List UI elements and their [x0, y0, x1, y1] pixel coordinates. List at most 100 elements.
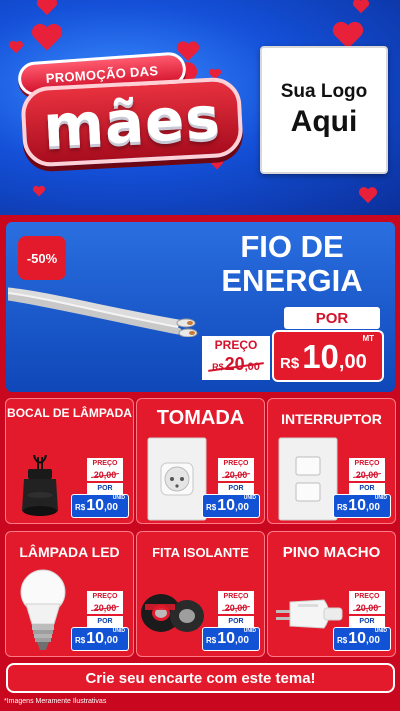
- led-bulb-image: [20, 569, 66, 650]
- product-name: PINO MACHO: [282, 544, 381, 561]
- por-label: POR: [349, 483, 385, 494]
- old-price: R$ 20 ,00: [202, 354, 270, 380]
- old-price: 20,00: [349, 469, 385, 481]
- logo-placeholder[interactable]: Sua Logo Aqui: [260, 46, 388, 174]
- unit-label: UNID: [112, 495, 125, 501]
- por-label: POR: [87, 483, 123, 494]
- unit-label: UNID: [243, 628, 256, 634]
- por-label: POR: [284, 307, 380, 329]
- new-price-whole: 10: [86, 497, 105, 514]
- preco-label: PREÇO: [218, 591, 254, 602]
- old-price: 20,00: [87, 602, 123, 614]
- new-price-currency: R$: [75, 636, 86, 645]
- preco-label: PREÇO: [87, 591, 123, 602]
- por-label: POR: [87, 616, 123, 627]
- product-card[interactable]: TOMADA PREÇO 20,00 POR R$ 10 ,00 UNID: [136, 398, 265, 524]
- outlet-image: [147, 437, 207, 521]
- preco-label: PREÇO: [349, 591, 385, 602]
- new-price: R$ 10 ,00 UNID: [333, 627, 391, 651]
- new-price: R$ 10 ,00 UNID: [202, 627, 260, 651]
- product-card[interactable]: PINO MACHO PREÇO 20,00 POR R$ 10 ,00 UNI…: [267, 531, 396, 657]
- por-label: POR: [349, 616, 385, 627]
- new-price-whole: 10: [348, 497, 367, 514]
- heart-icon: [36, 0, 58, 16]
- featured-title-line-2: ENERGIA: [221, 263, 363, 298]
- featured-product-card[interactable]: -50% FIO DE ENERGIA POR PREÇO R$ 20 ,00 …: [6, 222, 395, 392]
- unit-label: UNID: [374, 495, 387, 501]
- wire-image: [8, 287, 198, 337]
- new-price-whole: 10: [348, 630, 367, 647]
- promo-title: mães: [20, 76, 244, 168]
- new-price-whole: 10: [217, 630, 236, 647]
- new-price-whole: 10: [86, 630, 105, 647]
- new-price-cents: ,00: [235, 635, 249, 646]
- unit-label: UNID: [112, 628, 125, 634]
- old-price: 20,00: [218, 602, 254, 614]
- cta-button[interactable]: Crie seu encarte com este tema!: [6, 663, 395, 693]
- price-block: PREÇO 20,00 POR R$ 10 ,00 UNID: [333, 458, 391, 518]
- new-price-whole: 10: [302, 338, 339, 375]
- new-price-cents: ,00: [235, 502, 249, 513]
- price-block: PREÇO 20,00 POR R$ 10 ,00 UNID: [71, 458, 129, 518]
- logo-line-1: Sua Logo: [280, 81, 368, 102]
- preco-label: PREÇO: [87, 458, 123, 469]
- new-price-currency: R$: [206, 636, 217, 645]
- product-card[interactable]: INTERRUPTOR PREÇO 20,00 POR R$ 10 ,00 UN…: [267, 398, 396, 524]
- logo-line-2: Aqui: [290, 105, 358, 138]
- product-card[interactable]: LÂMPADA LED PREÇO 20,00 POR R$ 10 ,00 UN…: [5, 531, 134, 657]
- product-name: LÂMPADA LED: [19, 544, 120, 560]
- new-price-cents: ,00: [104, 635, 118, 646]
- heart-icon: [210, 158, 224, 170]
- discount-badge: -50%: [18, 236, 66, 280]
- featured-title: FIO DE ENERGIA: [207, 230, 377, 298]
- heart-icon: [358, 186, 378, 204]
- new-price: R$ 10 ,00 UNID: [202, 494, 260, 518]
- unit-label: UNID: [243, 495, 256, 501]
- heart-icon: [352, 0, 370, 14]
- por-label: POR: [218, 616, 254, 627]
- new-price: R$ 10 ,00 UNID: [71, 627, 129, 651]
- new-price-currency: R$: [337, 636, 348, 645]
- new-price-currency: R$: [280, 355, 300, 372]
- old-price: 20,00: [218, 469, 254, 481]
- product-card[interactable]: BOCAL DE LÂMPADA PREÇO 20,00 POR R$ 10 ,…: [5, 398, 134, 524]
- new-price-cents: ,00: [104, 502, 118, 513]
- switch-image: [278, 437, 338, 521]
- new-price-cents: ,00: [366, 635, 380, 646]
- new-price-cents: ,00: [338, 351, 367, 373]
- preco-label: PREÇO: [349, 458, 385, 469]
- preco-label: PREÇO: [202, 336, 270, 354]
- price-block: PREÇO 20,00 POR R$ 10 ,00 UNID: [333, 591, 391, 651]
- product-name: INTERRUPTOR: [281, 411, 382, 427]
- new-price-unit: MT: [362, 334, 374, 343]
- promo-title-text: mães: [41, 83, 223, 161]
- new-price: R$ 10 ,00 UNID: [333, 494, 391, 518]
- new-price-cents: ,00: [366, 502, 380, 513]
- preco-label: PREÇO: [218, 458, 254, 469]
- por-label: POR: [218, 483, 254, 494]
- header-banner: PROMOÇÃO DAS mães Sua Logo Aqui: [0, 0, 400, 215]
- new-price-currency: R$: [75, 503, 86, 512]
- heart-icon: [32, 185, 46, 197]
- socket-image: [22, 455, 58, 516]
- old-price: 20,00: [349, 602, 385, 614]
- tape-image: [141, 594, 204, 632]
- new-price-currency: R$: [206, 503, 217, 512]
- new-price: R$ 10 ,00 MT: [272, 330, 384, 382]
- heart-icon: [8, 40, 24, 54]
- heart-icon: [30, 22, 64, 52]
- new-price: R$ 10 ,00 UNID: [71, 494, 129, 518]
- price-block: PREÇO 20,00 POR R$ 10 ,00 UNID: [202, 591, 260, 651]
- product-name: TOMADA: [156, 407, 245, 429]
- product-card[interactable]: FITA ISOLANTE PREÇO 20,00 POR R$ 10 ,00 …: [136, 531, 265, 657]
- disclaimer-text: *Imagens Meramente Ilustrativas: [4, 698, 107, 705]
- new-price-whole: 10: [217, 497, 236, 514]
- old-price: 20,00: [87, 469, 123, 481]
- product-name: FITA ISOLANTE: [152, 545, 249, 560]
- price-block: PREÇO 20,00 POR R$ 10 ,00 UNID: [202, 458, 260, 518]
- new-price-currency: R$: [337, 503, 348, 512]
- product-name: BOCAL DE LÂMPADA: [7, 406, 132, 420]
- price-block: PREÇO 20,00 POR R$ 10 ,00 UNID: [71, 591, 129, 651]
- unit-label: UNID: [374, 628, 387, 634]
- featured-title-line-1: FIO DE: [240, 229, 344, 264]
